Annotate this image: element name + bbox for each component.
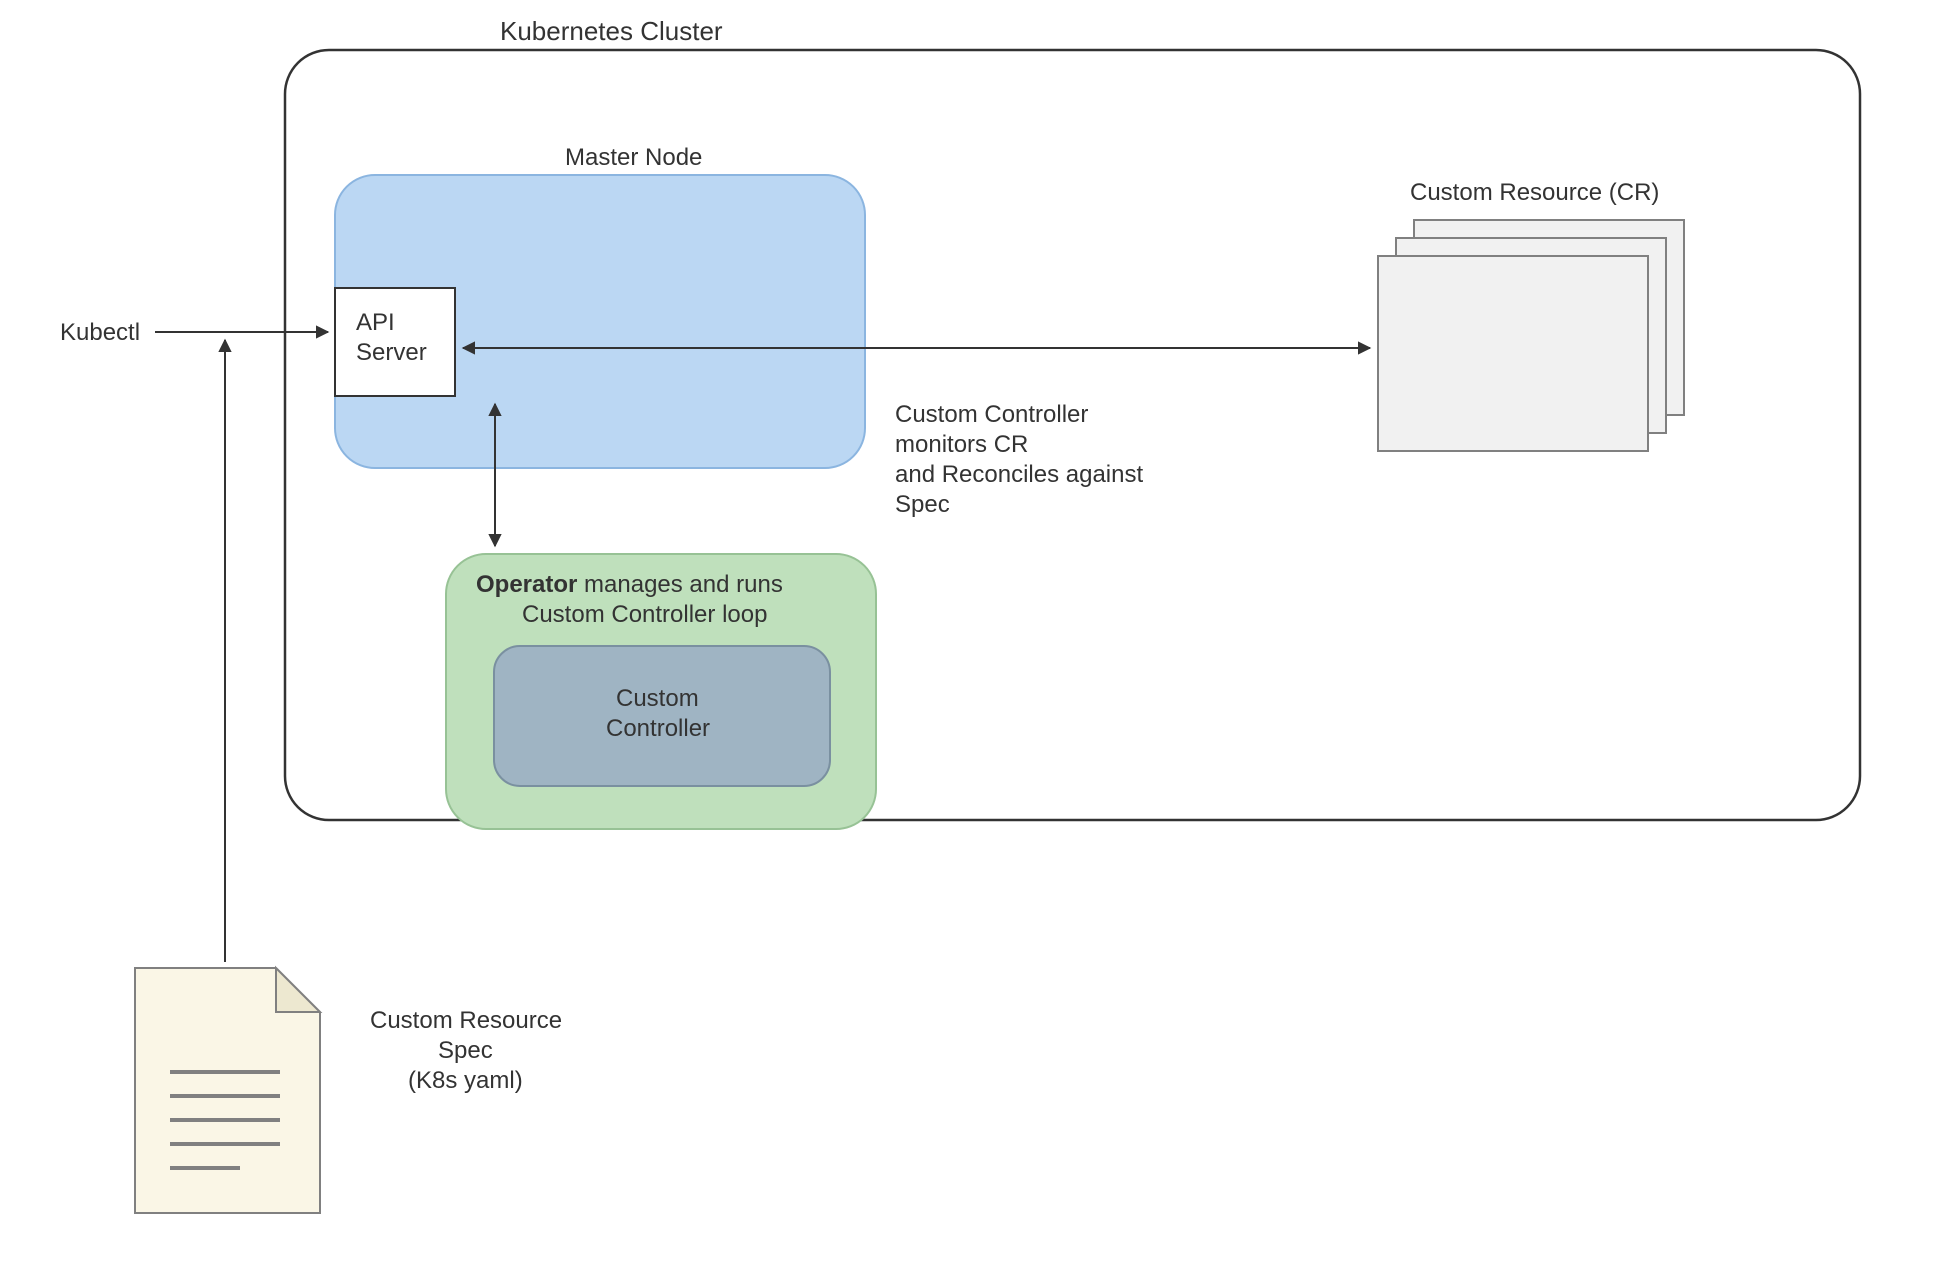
custom-controller-label-2: Controller	[606, 715, 710, 742]
kubernetes-operator-diagram: Kubernetes Cluster Master Node API Serve…	[0, 0, 1938, 1266]
api-server-label-1: API	[356, 309, 395, 336]
monitor-text-4: Spec	[895, 491, 950, 518]
monitor-text-1: Custom Controller	[895, 401, 1088, 428]
spec-label-3: (K8s yaml)	[408, 1067, 523, 1094]
kubectl-label: Kubectl	[60, 319, 140, 346]
cr-title: Custom Resource (CR)	[1410, 179, 1659, 206]
monitor-text-3: and Reconciles against	[895, 461, 1143, 488]
operator-line1: Operator manages and runs	[476, 571, 783, 598]
operator-line2: Custom Controller loop	[522, 601, 767, 628]
spec-label-1: Custom Resource	[370, 1007, 562, 1034]
master-node-label: Master Node	[565, 144, 702, 171]
custom-controller-label-1: Custom	[616, 685, 699, 712]
file-icon	[135, 968, 320, 1213]
cluster-title: Kubernetes Cluster	[500, 16, 723, 46]
cr-stack	[1378, 220, 1684, 451]
spec-label-2: Spec	[438, 1037, 493, 1064]
monitor-text-2: monitors CR	[895, 431, 1028, 458]
api-server-label-2: Server	[356, 339, 427, 366]
